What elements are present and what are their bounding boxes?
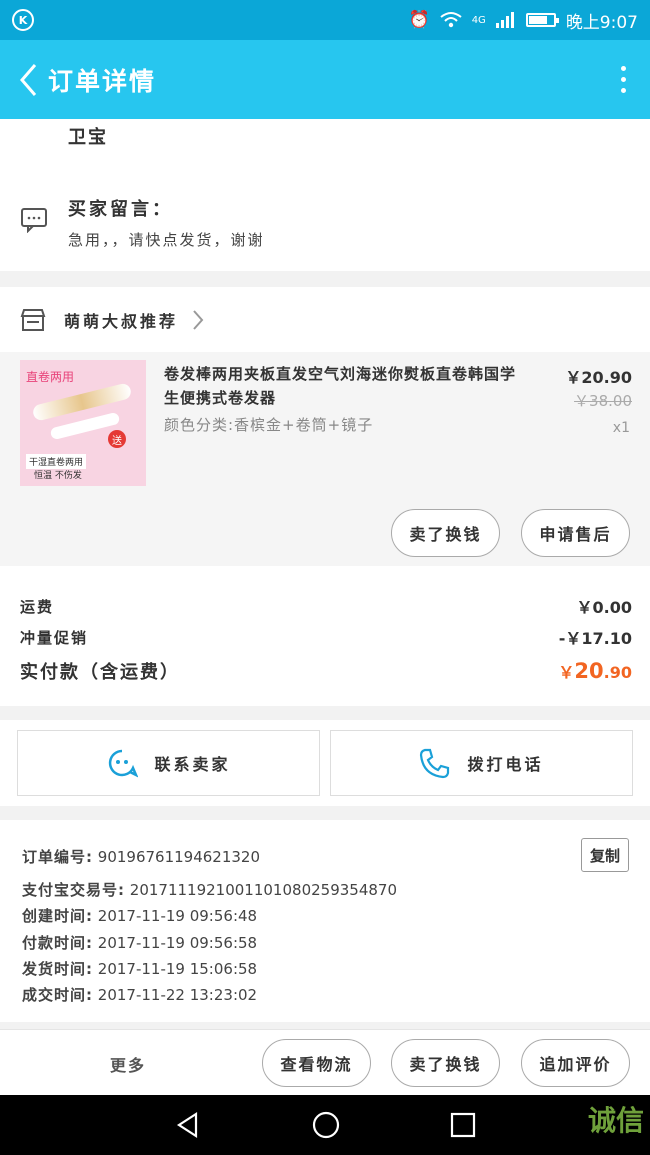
product-image-caption: 干湿直卷两用 [26, 454, 87, 469]
network-type: 4G [471, 14, 486, 26]
alipay-trade-value: 2017111921001101080259354870 [129, 881, 397, 899]
product-image[interactable]: 直卷两用 送 干湿直卷两用 恒温 不伤发 [20, 360, 146, 486]
phone-icon [420, 748, 450, 779]
battery-icon [525, 13, 559, 27]
gift-badge: 送 [108, 430, 126, 448]
sell-for-cash-button[interactable]: 卖了换钱 [391, 509, 500, 557]
page-content[interactable]: 卫宝 买家留言： 急用，，请快点发货，谢谢 萌萌大叔推荐 直卷两用 送 干湿直卷… [0, 119, 650, 1095]
watermark-logo: 诚信 [587, 1104, 644, 1137]
product-price: ￥20.90 [565, 368, 632, 387]
add-review-button[interactable]: 追加评价 [521, 1039, 630, 1087]
shipped-time-key: 发货时间: [22, 960, 93, 978]
more-link[interactable]: 更多 [110, 1052, 146, 1076]
shop-name: 萌萌大叔推荐 [64, 311, 179, 331]
order-number-row: 订单编号: 90196761194621320 [22, 846, 260, 867]
completed-time-row: 成交时间: 2017-11-22 13:23:02 [22, 984, 257, 1005]
order-number-value: 90196761194621320 [97, 848, 261, 866]
message-icon [21, 208, 47, 233]
call-phone-label: 拨打电话 [467, 755, 544, 774]
recipient-name: 卫宝 [68, 127, 108, 148]
apply-after-sale-button[interactable]: 申请售后 [521, 509, 630, 557]
total-currency: ￥ [558, 663, 575, 682]
sell-for-cash-button-bottom[interactable]: 卖了换钱 [391, 1039, 500, 1087]
contact-seller-label: 联系卖家 [154, 755, 231, 774]
buyer-message-text: 急用，，请快点发货，谢谢 [68, 231, 265, 249]
address-section: 卫宝 买家留言： 急用，，请快点发货，谢谢 [0, 119, 650, 271]
wifi-icon [440, 12, 462, 28]
nav-bar: 订单详情 [0, 40, 650, 119]
total-label: 实付款（含运费） [20, 662, 180, 683]
alipay-trade-key: 支付宝交易号: [22, 881, 125, 899]
shop-row[interactable]: 萌萌大叔推荐 [0, 287, 650, 352]
completed-time-key: 成交时间: [22, 986, 93, 1004]
more-menu-button[interactable] [610, 60, 636, 100]
paid-time-value: 2017-11-19 09:56:58 [97, 934, 258, 952]
paid-time-key: 付款时间: [22, 934, 93, 952]
bottom-action-bar: 更多 查看物流 卖了换钱 追加评价 [0, 1029, 650, 1095]
shipped-time-value: 2017-11-19 15:06:58 [97, 960, 258, 978]
order-info-section: 订单编号: 90196761194621320 复制 支付宝交易号: 20171… [0, 820, 650, 1022]
home-circle-icon[interactable] [311, 1110, 341, 1140]
total-integer: 20 [574, 659, 604, 683]
order-item[interactable]: 直卷两用 送 干湿直卷两用 恒温 不伤发 卷发棒两用夹板直发空气刘海迷你熨板直卷… [0, 352, 650, 566]
shop-icon [20, 308, 46, 331]
signal-icon [495, 12, 514, 28]
view-logistics-button[interactable]: 查看物流 [262, 1039, 371, 1087]
created-time-row: 创建时间: 2017-11-19 09:56:48 [22, 905, 257, 926]
product-quantity: x1 [612, 420, 630, 436]
alipay-trade-row: 支付宝交易号: 2017111921001101080259354870 [22, 879, 397, 900]
chevron-left-icon [20, 63, 37, 96]
created-time-value: 2017-11-19 09:56:48 [97, 907, 258, 925]
total-value: ￥20.90 [558, 659, 632, 683]
chevron-right-icon [193, 309, 204, 330]
shipping-value: ￥0.00 [576, 598, 632, 617]
total-decimal: .90 [603, 663, 632, 682]
product-image-caption-2: 恒温 不伤发 [34, 471, 82, 481]
product-image-badge: 直卷两用 [26, 370, 75, 384]
order-number-key: 订单编号: [22, 848, 93, 866]
back-triangle-icon[interactable] [174, 1111, 202, 1139]
contact-seller-button[interactable]: 联系卖家 [17, 730, 320, 796]
chat-face-icon [109, 749, 139, 778]
contact-section: 联系卖家 拨打电话 [0, 720, 650, 806]
status-time: 晚上9:07 [565, 12, 638, 33]
shipped-time-row: 发货时间: 2017-11-19 15:06:58 [22, 958, 257, 979]
promo-label: 冲量促销 [20, 628, 89, 647]
system-nav-bar: 诚信 [0, 1095, 650, 1155]
page-title: 订单详情 [48, 66, 157, 96]
product-sku: 颜色分类:香槟金+卷筒+镜子 [164, 416, 374, 434]
product-original-price: ￥38.00 [574, 392, 632, 410]
back-button[interactable] [14, 60, 42, 100]
recents-square-icon[interactable] [450, 1112, 476, 1138]
shipping-label: 运费 [20, 597, 55, 616]
created-time-key: 创建时间: [22, 907, 93, 925]
product-title[interactable]: 卷发棒两用夹板直发空气刘海迷你熨板直卷韩国学生便携式卷发器 [164, 362, 524, 410]
fee-summary: 运费 ￥0.00 冲量促销 -￥17.10 实付款（含运费） ￥20.90 [0, 566, 650, 706]
paid-time-row: 付款时间: 2017-11-19 09:56:58 [22, 932, 257, 953]
alarm-icon: ⏰ [408, 10, 430, 30]
app-k-icon: K [12, 9, 34, 31]
buyer-message-title: 买家留言： [68, 199, 173, 220]
status-bar: K ⏰ 4G 晚上9:07 [0, 0, 650, 40]
call-phone-button[interactable]: 拨打电话 [330, 730, 633, 796]
completed-time-value: 2017-11-22 13:23:02 [97, 986, 258, 1004]
copy-button[interactable]: 复制 [581, 838, 629, 872]
promo-value: -￥17.10 [558, 629, 632, 648]
